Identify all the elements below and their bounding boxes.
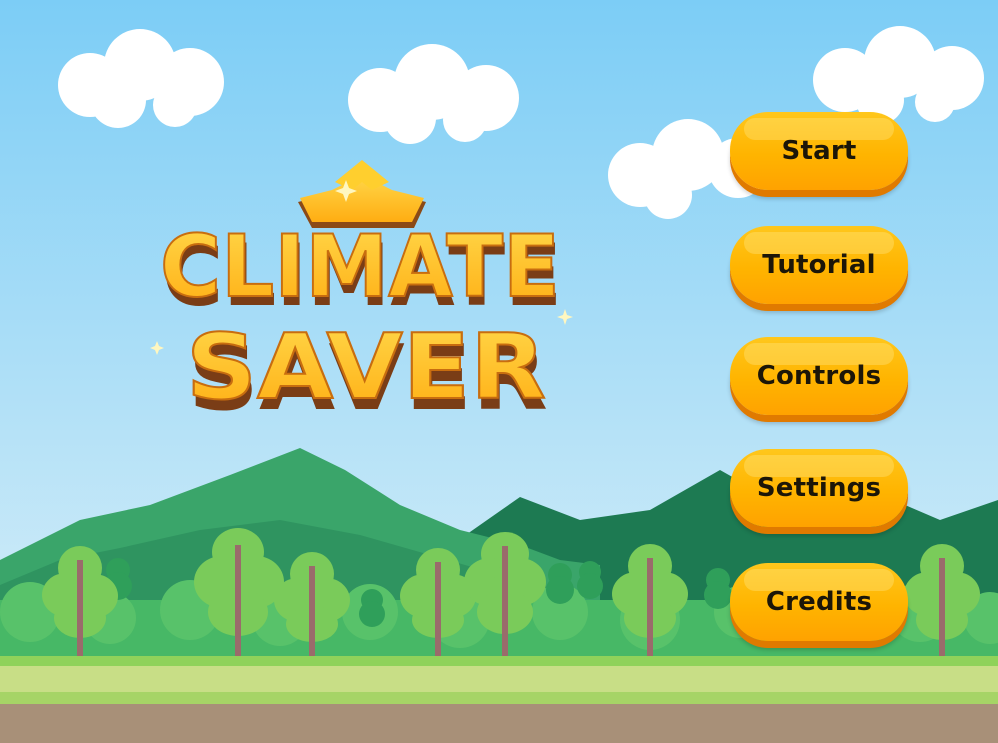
start-button-label: Start (781, 136, 857, 166)
controls-button-label: Controls (756, 361, 882, 391)
grass-field (0, 666, 998, 696)
grass-edge (0, 692, 998, 704)
credits-button[interactable]: Credits (730, 563, 908, 641)
credits-button-label: Credits (765, 587, 873, 617)
dirt-path (0, 704, 998, 743)
grass-strip (0, 656, 998, 666)
settings-button-label: Settings (756, 473, 882, 503)
tutorial-button-label: Tutorial (762, 250, 876, 280)
start-button[interactable]: Start (730, 112, 908, 190)
settings-button[interactable]: Settings (730, 449, 908, 527)
controls-button[interactable]: Controls (730, 337, 908, 415)
tutorial-button[interactable]: Tutorial (730, 226, 908, 304)
